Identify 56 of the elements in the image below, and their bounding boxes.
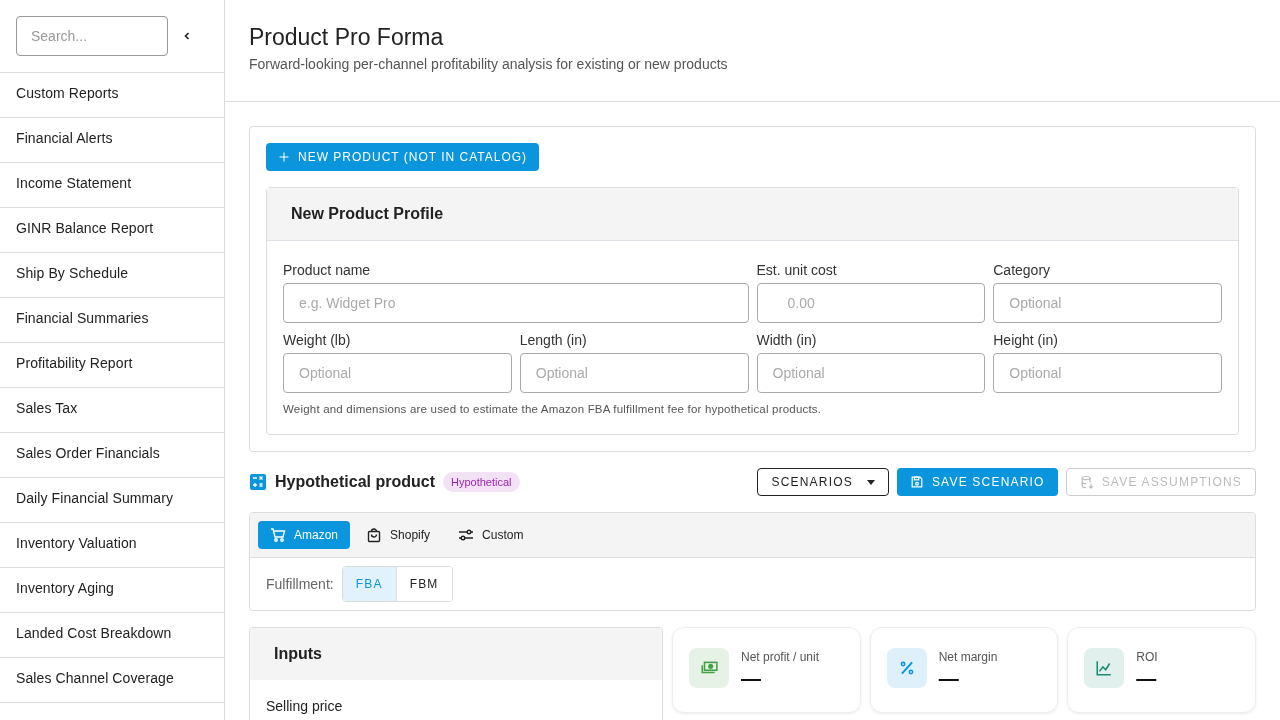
caret-icon bbox=[866, 479, 875, 485]
channel-tab[interactable]: Shopify bbox=[354, 521, 443, 550]
sidebar-item[interactable]: Sales Channel Coverage bbox=[0, 658, 224, 703]
database-icon bbox=[1079, 475, 1094, 490]
sidebar-item[interactable]: Daily Financial Summary bbox=[0, 478, 224, 523]
sidebar-item[interactable]: Financial Alerts bbox=[0, 118, 224, 163]
field-label: Height (in) bbox=[993, 330, 1059, 349]
page-subtitle: Forward-looking per-channel profitability analysis for existing or new products bbox=[249, 54, 729, 74]
input-field[interactable]: Optional bbox=[283, 352, 512, 393]
fulfillment-label: Fulfillment: bbox=[266, 574, 334, 594]
calculator-icon bbox=[249, 473, 267, 492]
field-label: Est. unit cost bbox=[756, 260, 838, 279]
scenarios-dropdown[interactable]: SCENARIOS bbox=[757, 468, 889, 497]
channel-tab[interactable]: Custom bbox=[446, 521, 536, 550]
metric-value: — bbox=[1136, 666, 1158, 691]
helper-note: Weight and dimensions are used to estimate the Amazon FBA fulfillment fee for hypothetical products. bbox=[283, 401, 823, 417]
sidebar-item[interactable]: Financial Summaries bbox=[0, 298, 224, 343]
sidebar-item[interactable]: Sales Tax bbox=[0, 388, 224, 433]
metric-label: ROI bbox=[1136, 649, 1158, 667]
input-field[interactable]: Optional bbox=[756, 352, 986, 393]
search-field[interactable]: Search... bbox=[16, 16, 168, 56]
sidebar-item[interactable]: Inventory Aging bbox=[0, 568, 224, 613]
field-label: Length (in) bbox=[519, 330, 588, 349]
fulfillment-option[interactable]: FBM bbox=[395, 567, 452, 602]
sidebar-item[interactable]: Sales Order Financials bbox=[0, 433, 224, 478]
metric-label: Net profit / unit bbox=[741, 649, 820, 667]
plus-icon bbox=[278, 150, 290, 163]
field-label: Category bbox=[993, 260, 1052, 279]
field-label: Product name bbox=[283, 260, 372, 279]
sidebar-item[interactable]: GINR Balance Report bbox=[0, 208, 224, 253]
sidebar-item[interactable]: Profitability Report bbox=[0, 343, 224, 388]
section-title: Inputs bbox=[250, 628, 662, 681]
cart-icon bbox=[270, 527, 286, 544]
section-title: New Product Profile bbox=[267, 187, 1238, 240]
input-field[interactable]: Optional bbox=[519, 352, 749, 393]
metric-value: — bbox=[938, 666, 960, 691]
field-label: Width (in) bbox=[756, 330, 818, 349]
product-title: Hypothetical product bbox=[275, 472, 435, 493]
input-field[interactable]: Optional bbox=[993, 282, 1222, 323]
input-field[interactable]: 0.00 bbox=[756, 282, 986, 323]
input-field[interactable]: Optional bbox=[993, 352, 1222, 393]
input-field[interactable]: e.g. Widget Pro bbox=[283, 282, 749, 323]
sidebar-item[interactable]: Custom Reports bbox=[0, 73, 224, 118]
save-icon bbox=[909, 475, 924, 490]
hypothetical-badge: Hypothetical bbox=[443, 471, 520, 493]
sidebar-item[interactable]: Income Statement bbox=[0, 163, 224, 208]
sidebar-item[interactable]: Landed Cost Breakdown bbox=[0, 613, 224, 658]
field-label: Selling price bbox=[266, 697, 344, 717]
bag-icon bbox=[366, 527, 383, 544]
metric-value: — bbox=[741, 666, 762, 691]
sidebar-item[interactable]: Ship By Schedule bbox=[0, 253, 224, 298]
field-label: Weight (lb) bbox=[283, 330, 352, 349]
metric-label: Net margin bbox=[938, 649, 998, 667]
chevron-left-icon[interactable] bbox=[182, 31, 192, 41]
sidebar-item[interactable]: Inventory Valuation bbox=[0, 523, 224, 568]
page-title: Product Pro Forma bbox=[249, 24, 445, 52]
